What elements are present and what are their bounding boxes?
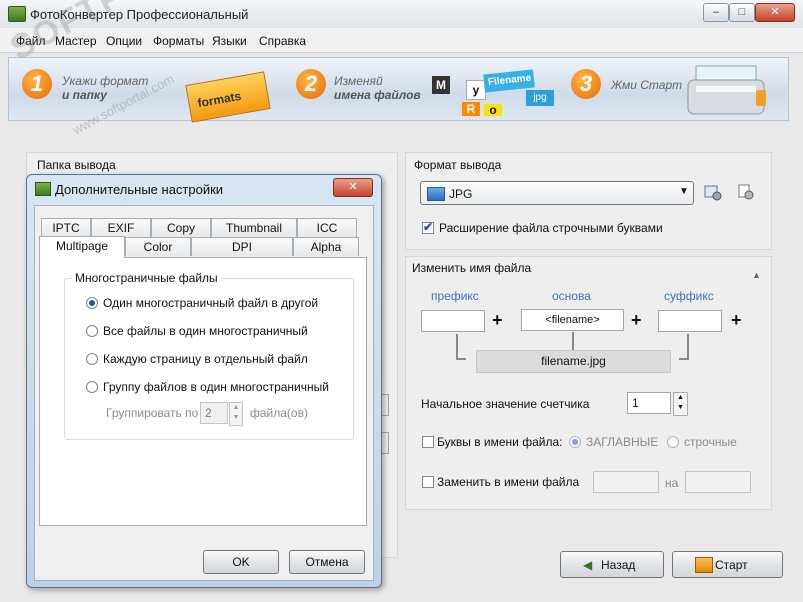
counter-label: Начальное значение счетчика — [421, 397, 590, 411]
close-button[interactable]: ✕ — [755, 3, 795, 22]
option-group-files-radio[interactable] — [86, 381, 98, 393]
tab-copy[interactable]: Copy — [151, 218, 211, 237]
cancel-button[interactable]: Отмена — [289, 550, 365, 574]
check-icon: ✔ — [423, 220, 434, 234]
tab-color[interactable]: Color — [125, 237, 191, 256]
output-format-label: Формат вывода — [414, 158, 502, 172]
option-all-in-one-radio[interactable] — [86, 325, 98, 337]
case-lower-label: строчные — [684, 435, 737, 449]
start-button[interactable]: Старт — [672, 551, 783, 578]
dialog-body: IPTC EXIF Copy Thumbnail ICC Multipage C… — [34, 205, 374, 581]
replace-on-label: на — [665, 476, 679, 490]
jpg-tag-graphic: jpg — [526, 90, 554, 106]
case-lower-radio[interactable] — [667, 436, 679, 448]
suffix-label: суффикс — [664, 289, 714, 303]
back-button[interactable]: ◀ Назад — [560, 551, 664, 578]
minimize-button[interactable]: – — [703, 3, 729, 22]
prefix-input[interactable] — [421, 310, 485, 332]
menu-languages[interactable]: Языки — [212, 34, 247, 48]
menu-formats[interactable]: Форматы — [153, 34, 204, 48]
tab-alpha[interactable]: Alpha — [293, 237, 359, 256]
printer-icon — [686, 64, 770, 116]
group-by-input[interactable]: 2 — [200, 402, 228, 424]
group-by-unit: файла(ов) — [250, 406, 308, 420]
connector-line — [572, 332, 574, 350]
suffix-input[interactable] — [658, 310, 722, 332]
add-suffix-icon[interactable]: + — [731, 311, 742, 329]
output-folder-label: Папка вывода — [37, 158, 116, 172]
formats-box-label: formats — [196, 88, 243, 111]
filename-preview: filename.jpg — [476, 350, 671, 373]
option-split-pages-label: Каждую страницу в отдельный файл — [103, 352, 308, 366]
multipage-group-label: Многостраничные файлы — [72, 271, 221, 285]
start-button-label: Старт — [715, 558, 748, 572]
case-upper-label: ЗАГЛАВНЫЕ — [586, 435, 659, 449]
chevron-down-icon: ▼ — [679, 186, 689, 197]
add-prefix-icon[interactable]: + — [492, 311, 503, 329]
replace-checkbox[interactable] — [422, 476, 434, 488]
dialog-title: Дополнительные настройки — [55, 182, 224, 197]
dialog-close-button[interactable]: ✕ — [333, 178, 373, 197]
ok-button[interactable]: OK — [203, 550, 279, 574]
tab-exif[interactable]: EXIF — [91, 218, 151, 237]
letter-tile: y — [466, 80, 486, 100]
step-1-number: 1 — [22, 69, 52, 99]
format-options-icon[interactable] — [738, 184, 754, 200]
option-one-to-one-radio[interactable] — [86, 297, 98, 309]
start-icon — [695, 557, 713, 573]
option-split-pages-radio[interactable] — [86, 353, 98, 365]
connector-line — [679, 334, 689, 360]
multipage-tab-page: Многостраничные файлы Один многостраничн… — [39, 257, 367, 526]
group-by-spinner[interactable]: ▲ ▼ — [229, 402, 243, 426]
format-select-value: JPG — [449, 187, 473, 201]
replace-to-input[interactable] — [685, 471, 751, 493]
dialog-app-icon — [35, 182, 51, 196]
maximize-button[interactable]: □ — [729, 3, 755, 22]
letter-tile: R — [462, 102, 480, 116]
replace-label: Заменить в имени файла — [437, 475, 580, 489]
format-select[interactable]: JPG ▼ — [420, 181, 694, 205]
base-input[interactable]: <filename> — [521, 309, 624, 331]
counter-spinner[interactable]: ▲ ▼ — [673, 392, 688, 416]
add-base-icon[interactable]: + — [631, 311, 642, 329]
menu-help[interactable]: Справка — [259, 34, 306, 48]
app-icon — [8, 6, 26, 22]
step-3-text: Жми Старт — [611, 78, 683, 92]
step-2-number: 2 — [296, 69, 326, 99]
counter-input[interactable]: 1 — [627, 392, 671, 414]
connector-line — [456, 334, 466, 360]
case-label: Буквы в имени файла: — [437, 435, 563, 449]
replace-from-input[interactable] — [593, 471, 659, 493]
tab-icc[interactable]: ICC — [297, 218, 357, 237]
option-one-to-one-label: Один многостраничный файл в другой — [103, 296, 319, 310]
lowercase-ext-label: Расширение файла строчными буквами — [439, 221, 663, 235]
format-settings-icon[interactable] — [704, 183, 722, 201]
base-label: основа — [552, 289, 591, 303]
case-checkbox[interactable] — [422, 436, 434, 448]
step-3-number: 3 — [571, 69, 601, 99]
option-group-files-label: Группу файлов в один многостраничный — [103, 380, 329, 394]
tab-thumbnail[interactable]: Thumbnail — [211, 218, 297, 237]
letter-tile: M — [432, 76, 450, 94]
tab-dpi[interactable]: DPI — [191, 237, 293, 256]
advanced-settings-dialog: Дополнительные настройки ✕ IPTC EXIF Cop… — [26, 174, 382, 588]
back-button-label: Назад — [601, 558, 636, 572]
step-2-text: Изменяй имена файлов — [334, 74, 421, 102]
case-upper-radio[interactable] — [569, 436, 581, 448]
prefix-label: префикс — [431, 289, 479, 303]
tab-iptc[interactable]: IPTC — [41, 218, 91, 237]
option-all-in-one-label: Все файлы в один многостраничный — [103, 324, 308, 338]
rename-label: Изменить имя файла — [412, 261, 532, 275]
jpg-format-icon — [427, 187, 445, 201]
lowercase-ext-checkbox[interactable]: ✔ — [422, 220, 434, 234]
collapse-icon[interactable]: ▲ — [752, 270, 761, 280]
tab-multipage[interactable]: Multipage — [39, 236, 125, 258]
menu-options[interactable]: Опции — [106, 34, 142, 48]
back-arrow-icon: ◀ — [583, 558, 593, 572]
letter-tile: o — [484, 104, 502, 116]
group-by-label: Группировать по — [106, 406, 199, 420]
